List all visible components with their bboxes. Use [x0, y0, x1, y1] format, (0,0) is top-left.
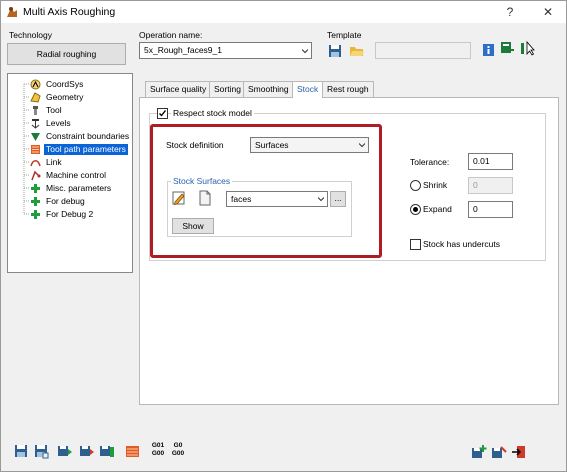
save-simulate-icon[interactable] [79, 443, 95, 459]
technology-value: Radial roughing [36, 49, 97, 59]
operation-name-label: Operation name: [139, 30, 203, 40]
tool-library-icon[interactable] [499, 40, 515, 56]
respect-stock-checkbox[interactable] [157, 108, 168, 119]
link-icon [30, 160, 41, 167]
machine-icon [31, 170, 41, 181]
shrink-label: Shrink [423, 180, 448, 190]
tab-smoothing[interactable]: Smoothing [243, 81, 294, 97]
tolerance-label: Tolerance: [410, 157, 450, 167]
toolpath-layers-icon[interactable] [125, 443, 141, 459]
plus-icon [31, 210, 40, 219]
info-icon[interactable] [481, 42, 497, 58]
respect-stock-label: Respect stock model [171, 108, 254, 118]
operation-name-value: 5x_Rough_faces9_1 [144, 45, 222, 55]
dialog-window: Multi Axis Roughing ? ✕ Technology Radia… [0, 0, 567, 472]
levels-icon [31, 119, 40, 129]
cursor-help-icon[interactable] [519, 40, 535, 56]
plus-icon [31, 197, 40, 206]
window-title: Multi Axis Roughing [23, 6, 116, 18]
undercuts-checkbox[interactable] [410, 239, 421, 250]
title-bar: Multi Axis Roughing ? ✕ [1, 1, 566, 23]
template-field [375, 42, 471, 59]
shrink-radio[interactable] [410, 180, 421, 191]
save-icon[interactable] [327, 43, 343, 59]
geometry-icon [30, 92, 41, 103]
constraint-icon [31, 133, 40, 141]
exit-icon[interactable] [511, 444, 527, 460]
tab-rest-rough[interactable]: Rest rough [322, 81, 374, 97]
shrink-input: 0 [468, 177, 513, 194]
tab-surface-quality[interactable]: Surface quality [145, 81, 212, 97]
open-folder-icon[interactable] [349, 43, 365, 59]
add-save-icon[interactable] [471, 444, 487, 460]
template-label: Template [327, 30, 362, 40]
parameter-tree: CoordSys Geometry Tool Levels Constraint… [7, 73, 133, 273]
operation-name-combo[interactable]: 5x_Rough_faces9_1 [139, 42, 312, 59]
undercuts-label: Stock has undercuts [423, 239, 501, 249]
technology-label: Technology [9, 30, 53, 40]
technology-button[interactable]: Radial roughing [7, 43, 126, 65]
save-display-icon[interactable] [99, 443, 115, 459]
save-icon[interactable] [13, 443, 29, 459]
app-icon [7, 7, 17, 17]
save-close-icon[interactable] [491, 444, 507, 460]
coordsys-icon [30, 79, 41, 90]
tolerance-input[interactable]: 0.01 [468, 153, 513, 170]
save-calculate-icon[interactable] [57, 443, 73, 459]
expand-input[interactable]: 0 [468, 201, 513, 218]
g01-button[interactable]: G01 G00 [149, 442, 167, 458]
plus-icon [31, 184, 40, 193]
checkmark-icon [159, 110, 167, 117]
radio-selected-dot [413, 207, 418, 212]
expand-label: Expand [423, 204, 452, 214]
save-as-icon[interactable] [33, 443, 49, 459]
tab-sorting[interactable]: Sorting [209, 81, 246, 97]
tab-stock[interactable]: Stock [292, 81, 324, 98]
tool-icon [33, 106, 38, 115]
close-button[interactable]: ✕ [535, 3, 561, 21]
toolpath-icon [31, 145, 40, 154]
highlight-box [150, 124, 382, 258]
chevron-down-icon [302, 48, 308, 53]
g00-button[interactable]: G0 G00 [169, 442, 187, 458]
help-button[interactable]: ? [497, 3, 523, 21]
expand-radio[interactable] [410, 204, 421, 215]
